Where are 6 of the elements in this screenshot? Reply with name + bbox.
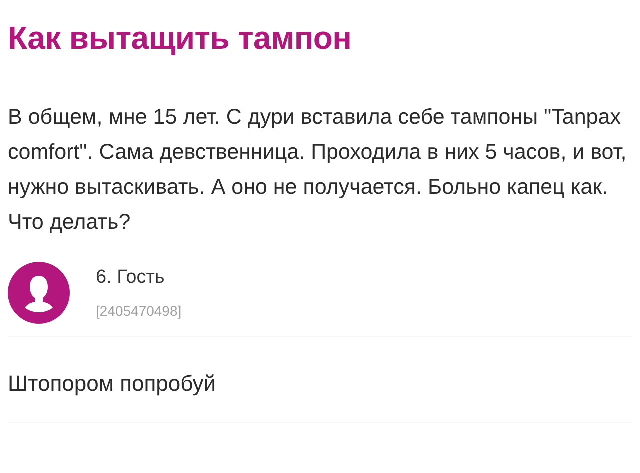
page-title: Как вытащить тампон bbox=[8, 19, 353, 58]
author-id: [2405470498] bbox=[96, 302, 182, 321]
post-text: В общем, мне 15 лет. С дури вставила себе тампоны "Tanpax comfort". Сама девственница. Проходила в них 5 часов, и вот, нужно вытаскивать. А оно не получается. Больно капец как. Что делать? bbox=[8, 104, 628, 236]
avatar-icon bbox=[8, 262, 70, 324]
author-name: 6. Гость bbox=[96, 266, 166, 290]
reply-text: Штопором попробуй bbox=[8, 370, 218, 398]
